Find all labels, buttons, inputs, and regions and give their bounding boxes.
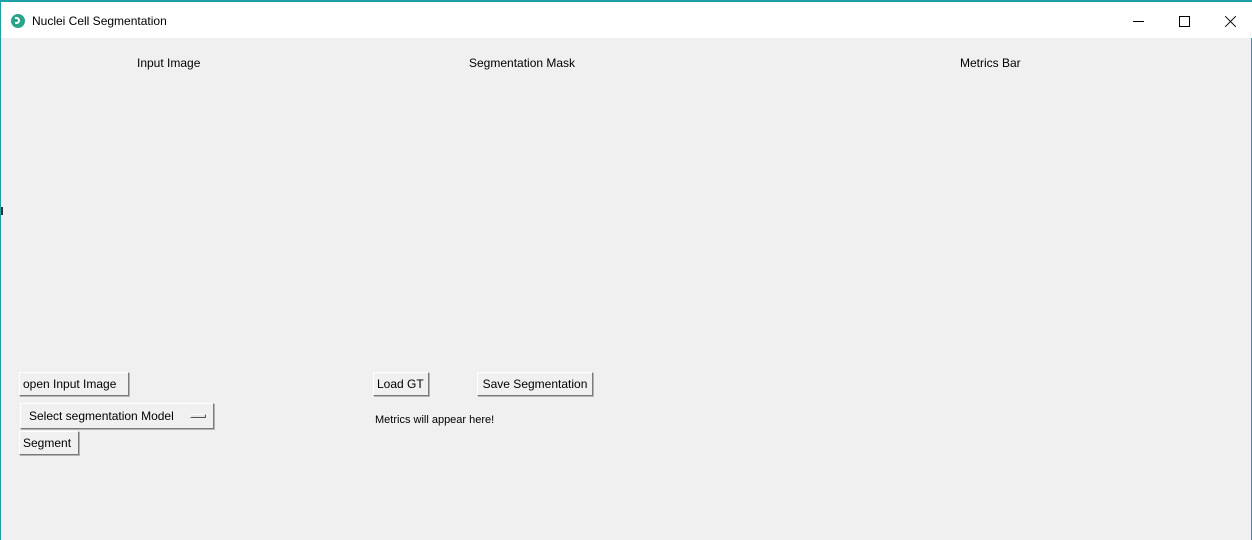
segment-button[interactable]: Segment (19, 431, 79, 455)
metrics-bar-heading: Metrics Bar (960, 56, 1021, 70)
window-title: Nuclei Cell Segmentation (32, 14, 167, 28)
segmentation-model-select[interactable]: Select segmentation Model (20, 403, 214, 429)
close-button[interactable] (1208, 4, 1252, 38)
minimize-button[interactable] (1116, 4, 1162, 38)
app-logo-icon (11, 14, 25, 28)
close-icon (1224, 15, 1237, 28)
maximize-icon (1179, 16, 1190, 27)
window-edge-mark (1, 207, 3, 215)
option-menu-indicator-icon (190, 414, 206, 418)
title-bar[interactable]: Nuclei Cell Segmentation (1, 2, 1252, 38)
metrics-output-text: Metrics will appear here! (375, 414, 495, 426)
minimize-icon (1133, 21, 1144, 22)
open-input-image-button[interactable]: open Input Image (19, 372, 129, 396)
segmentation-mask-heading: Segmentation Mask (469, 56, 576, 70)
load-gt-button[interactable]: Load GT (373, 372, 429, 396)
maximize-button[interactable] (1162, 4, 1208, 38)
input-image-heading: Input Image (137, 56, 201, 70)
save-segmentation-button[interactable]: Save Segmentation (477, 372, 593, 396)
segmentation-model-label: Select segmentation Model (29, 409, 174, 423)
app-window: Nuclei Cell Segmentation Input Image Seg… (0, 0, 1252, 540)
